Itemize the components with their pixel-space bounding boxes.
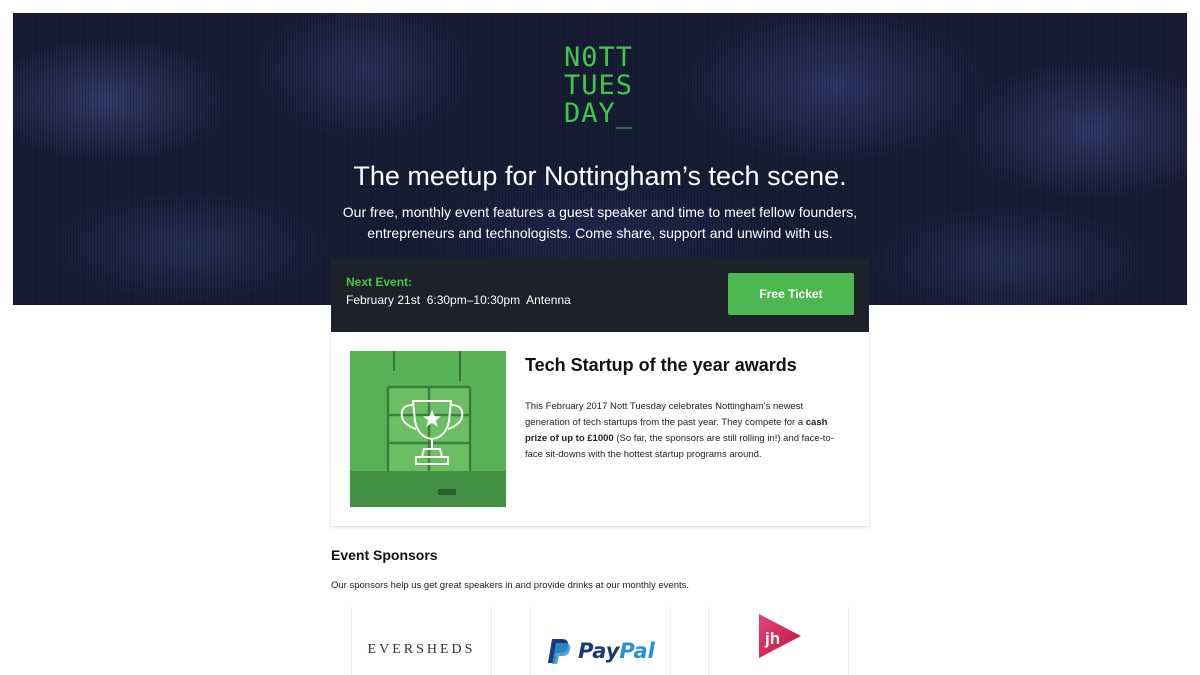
sponsors-description: Our sponsors help us get great speakers … [331, 580, 690, 591]
hero-subline: Our free, monthly event features a guest… [342, 204, 858, 241]
paypal-logo-part: Pal [619, 639, 655, 663]
paypal-logo-part: Pay [578, 639, 620, 663]
jh-logo-text: jh [764, 629, 780, 648]
sponsor-eversheds[interactable]: EVERSHEDS [351, 607, 492, 675]
nott-tuesday-logo[interactable]: N0TT TUES DAY_ [564, 44, 633, 128]
paypal-logo: PayPal [578, 639, 655, 663]
next-event-label: Next Event: [346, 275, 413, 289]
logo-line: N0TT [564, 42, 634, 73]
award-description: This February 2017 Nott Tuesday celebrat… [525, 399, 845, 463]
free-ticket-button[interactable]: Free Ticket [728, 273, 854, 315]
next-event-bar: Next Event: February 21st 6:30pm–10:30pm… [331, 259, 869, 332]
eversheds-logo: EVERSHEDS [367, 642, 476, 657]
paypal-icon [548, 639, 571, 664]
sponsor-paypal[interactable]: PayPal [530, 607, 671, 675]
award-image [350, 351, 506, 507]
logo-line: DAY_ [564, 98, 634, 129]
next-event-details: February 21st 6:30pm–10:30pm Antenna [346, 293, 571, 307]
award-card: Tech Startup of the year awards This Feb… [331, 333, 869, 526]
sponsor-jh[interactable]: jh [708, 607, 849, 675]
award-text-part: This February 2017 Nott Tuesday celebrat… [525, 401, 806, 428]
logo-line: TUES [564, 70, 634, 101]
sponsors-title: Event Sponsors [331, 547, 438, 563]
hero-headline: The meetup for Nottingham’s tech scene. [353, 161, 847, 191]
trophy-icon [350, 351, 506, 507]
award-title: Tech Startup of the year awards [525, 355, 797, 375]
jh-logo-icon: jh [758, 614, 801, 658]
